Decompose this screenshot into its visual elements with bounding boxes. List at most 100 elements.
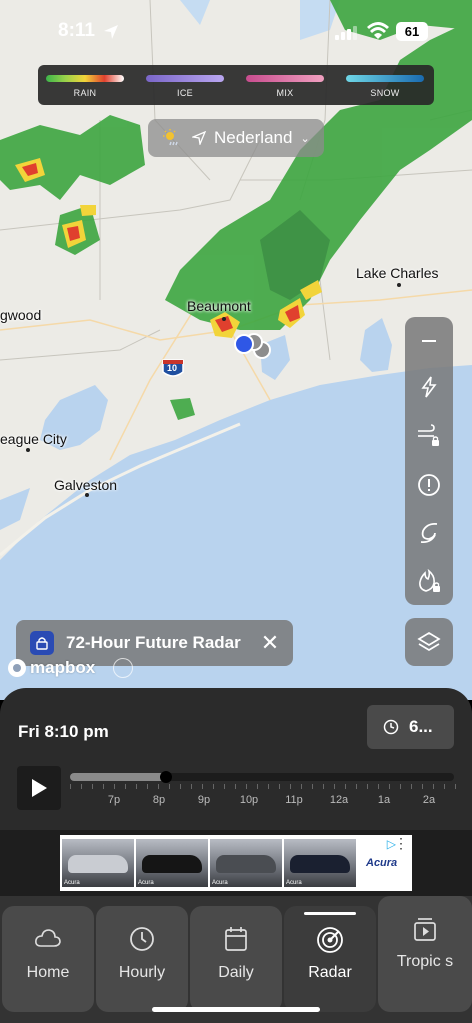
timeline-handle[interactable] <box>160 771 172 783</box>
battery-indicator: 61 <box>396 22 428 41</box>
timeline-label: 8p <box>152 794 166 806</box>
timeline-tick <box>125 784 126 789</box>
timeline-tick <box>356 784 357 789</box>
timeline-tick <box>246 784 247 789</box>
legend-bar-snow <box>346 75 424 82</box>
location-selector[interactable]: Nederland ⌄ <box>148 119 324 157</box>
wind-locked-icon <box>418 424 439 446</box>
tropical-layer-button[interactable] <box>405 513 453 553</box>
ad-car-image: Acura <box>62 839 134 887</box>
ad-car-image: Acura <box>284 839 356 887</box>
timeline-tick <box>202 784 203 789</box>
cell-signal-icon <box>335 26 357 40</box>
timeline-tick <box>279 784 280 789</box>
tab-label: Hourly <box>118 964 166 981</box>
timeline-tick <box>422 784 423 789</box>
precipitation-legend: RAIN ICE MIX SNOW <box>38 65 434 105</box>
timeline-tick <box>433 784 434 789</box>
radar-icon <box>317 927 343 953</box>
more-vertical-icon[interactable]: ⋮ <box>394 835 408 852</box>
map-layers-button[interactable] <box>405 618 453 666</box>
timeline-tick <box>81 784 82 789</box>
city-label-lake-charles: Lake Charles <box>356 265 439 281</box>
future-radar-label: 72-Hour Future Radar <box>66 633 241 652</box>
ad-car-image: Acura <box>210 839 282 887</box>
timeline-tick <box>224 784 225 789</box>
lightning-layer-button[interactable] <box>405 367 453 407</box>
tab-daily[interactable]: Daily <box>190 906 282 1012</box>
video-icon <box>414 918 436 941</box>
legend-bar-rain <box>46 75 124 82</box>
legend-label: ICE <box>177 88 193 98</box>
mapbox-logo-icon <box>8 659 26 677</box>
ad-banner[interactable]: Acura Acura Acura Acura Acura ▷ ⋮ <box>60 835 412 891</box>
timeline-tick <box>147 784 148 789</box>
legend-label: SNOW <box>370 88 400 98</box>
legend-label: MIX <box>276 88 294 98</box>
info-icon[interactable] <box>113 658 133 678</box>
tab-label: Daily <box>218 964 254 981</box>
clock-icon <box>130 927 154 951</box>
timeline-tick <box>103 784 104 789</box>
layers-icon <box>417 632 441 651</box>
fire-locked-icon <box>419 569 440 592</box>
home-indicator <box>152 1007 320 1012</box>
play-button[interactable] <box>17 766 61 810</box>
ad-dealer-text: Acura <box>64 880 80 886</box>
lock-badge <box>30 631 54 655</box>
tab-radar[interactable]: Radar <box>284 906 376 1012</box>
fire-layer-button[interactable] <box>405 561 453 601</box>
tab-hourly[interactable]: Hourly <box>96 906 188 1012</box>
clock-icon <box>383 719 399 735</box>
legend-item-mix: MIX <box>246 75 324 98</box>
timeline-tick <box>400 784 401 789</box>
map-tools-panel <box>405 317 453 605</box>
timeline-tick <box>136 784 137 789</box>
bottom-tab-bar: Home Hourly Daily Radar Tropic s <box>0 896 472 1023</box>
tab-tropics[interactable]: Tropic s <box>378 896 472 1012</box>
timeline-tick <box>444 784 445 789</box>
timeline-tick <box>455 784 456 789</box>
ad-banner-area: Acura Acura Acura Acura Acura ▷ ⋮ <box>0 830 472 896</box>
wind-layer-button[interactable] <box>405 415 453 455</box>
timeline-ticks <box>70 784 456 792</box>
playback-speed-button[interactable]: 6... <box>367 705 454 749</box>
timeline-tick <box>191 784 192 789</box>
timeline-tick <box>257 784 258 789</box>
city-label-galveston: Galveston <box>54 477 118 493</box>
tab-label: Tropic s <box>396 953 454 970</box>
timeline-tick <box>235 784 236 789</box>
close-icon[interactable]: ✕ <box>261 630 279 656</box>
radar-map[interactable]: Beaumont Lake Charles gwood eague City G… <box>0 0 472 700</box>
ad-car-image: Acura <box>136 839 208 887</box>
timeline-progress <box>70 773 166 781</box>
city-dot <box>222 317 226 321</box>
speed-value: 6... <box>409 717 433 736</box>
wifi-icon <box>367 22 389 39</box>
timeline-tick <box>323 784 324 789</box>
location-arrow-icon <box>192 131 206 145</box>
legend-item-snow: SNOW <box>346 75 424 98</box>
location-name: Nederland <box>214 128 293 147</box>
tab-home[interactable]: Home <box>2 906 94 1012</box>
city-label-league-city: eague City <box>0 431 67 447</box>
timeline-tick <box>158 784 159 789</box>
weather-sun-rain-icon <box>163 129 178 146</box>
timeline-tick <box>180 784 181 789</box>
timeline-scrubber[interactable] <box>70 771 454 783</box>
ad-dealer-text: Acura <box>212 880 228 886</box>
timeline-tick <box>389 784 390 789</box>
city-dot <box>85 493 89 497</box>
status-bar: 8:11 61 <box>0 0 472 62</box>
alert-circle-icon <box>418 474 440 496</box>
city-label-beaumont: Beaumont <box>187 298 251 314</box>
calendar-icon <box>225 927 247 951</box>
mapbox-attribution[interactable]: mapbox <box>8 658 95 678</box>
ad-brand-label: Acura <box>366 857 398 869</box>
timeline-tick <box>367 784 368 789</box>
timeline-tick <box>213 784 214 789</box>
collapse-tools-button[interactable] <box>405 321 453 361</box>
city-dot <box>397 283 401 287</box>
alerts-layer-button[interactable] <box>405 465 453 505</box>
legend-item-ice: ICE <box>146 75 224 98</box>
